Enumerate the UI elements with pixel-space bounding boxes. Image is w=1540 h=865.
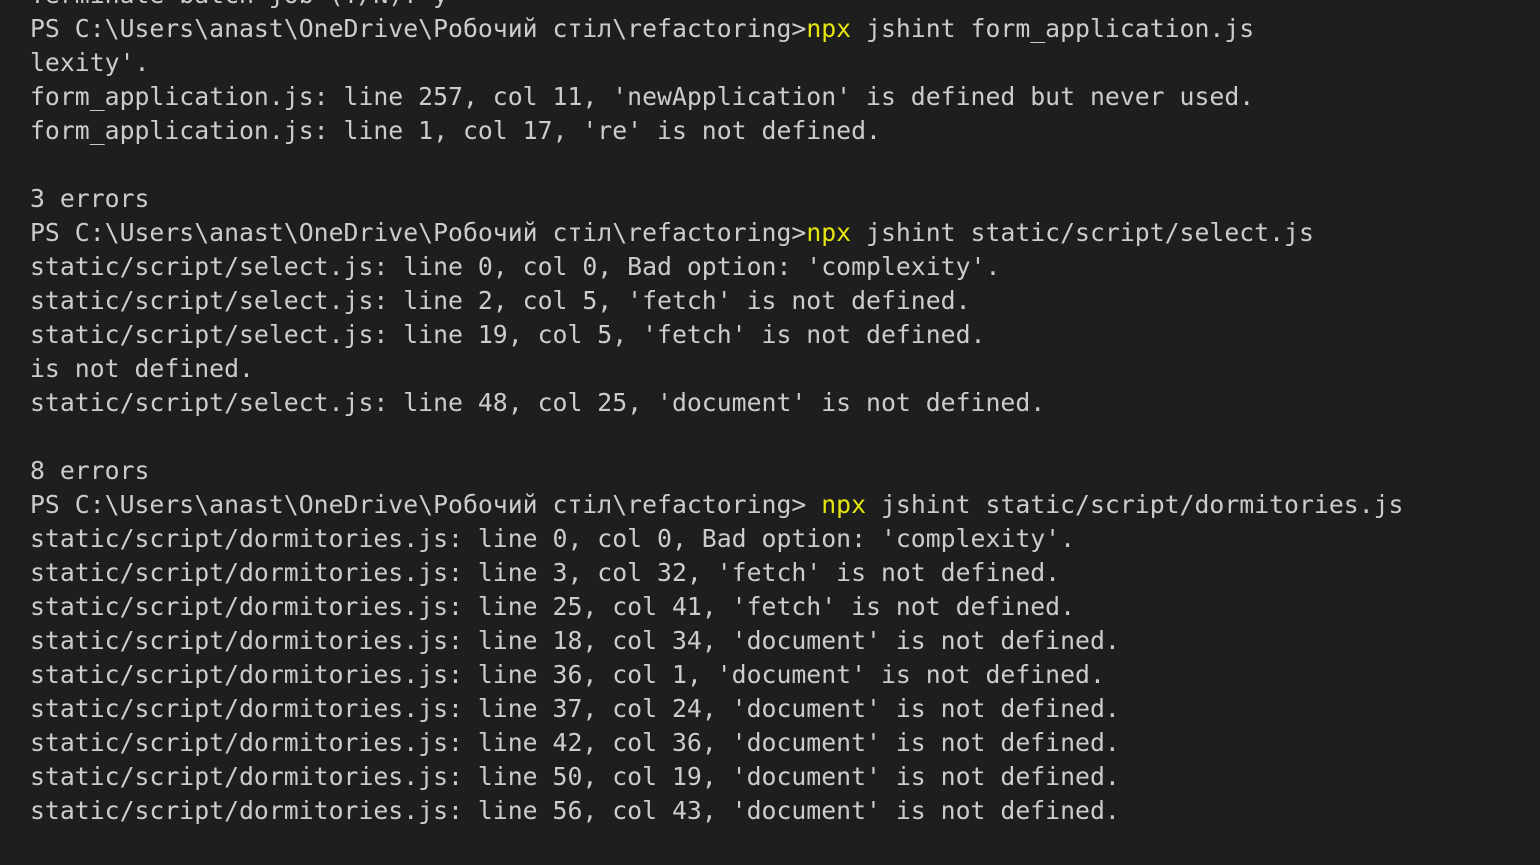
output-line: lexity'. — [30, 48, 150, 77]
command: npx — [806, 14, 852, 43]
output-line: static/script/select.js: line 48, col 25… — [30, 388, 1046, 417]
output-line: Terminate batch job (Y/N)? y — [30, 0, 1540, 12]
command: npx — [806, 218, 852, 247]
output-line: static/script/dormitories.js: line 42, c… — [30, 728, 1120, 757]
output-line: static/script/dormitories.js: line 50, c… — [30, 762, 1120, 791]
prompt: PS C:\Users\anast\OneDrive\Робочий стіл\… — [30, 218, 807, 247]
terminal-output[interactable]: Terminate batch job (Y/N)? y PS C:\Users\… — [30, 0, 1540, 828]
output-line: is not defined. — [30, 354, 254, 383]
output-line: static/script/dormitories.js: line 3, co… — [30, 558, 1061, 587]
output-line: static/script/dormitories.js: line 18, c… — [30, 626, 1120, 655]
output-line: static/script/dormitories.js: line 25, c… — [30, 592, 1076, 621]
command: npx — [821, 490, 867, 519]
output-line: form_application.js: line 257, col 11, '… — [30, 82, 1255, 111]
command-args: jshint form_application.js — [851, 14, 1255, 43]
output-line: static/script/select.js: line 0, col 0, … — [30, 252, 1001, 281]
output-line: 8 errors — [30, 456, 150, 485]
prompt-line: PS C:\Users\anast\OneDrive\Робочий стіл\… — [30, 12, 1540, 46]
prompt: PS C:\Users\anast\OneDrive\Робочий стіл\… — [30, 490, 822, 519]
output-line: static/script/dormitories.js: line 0, co… — [30, 524, 1076, 553]
output-line: static/script/dormitories.js: line 37, c… — [30, 694, 1120, 723]
prompt: PS C:\Users\anast\OneDrive\Робочий стіл\… — [30, 14, 807, 43]
output-line: form_application.js: line 1, col 17, 're… — [30, 116, 881, 145]
output-line: static/script/select.js: line 19, col 5,… — [30, 320, 986, 349]
output-line: static/script/select.js: line 2, col 5, … — [30, 286, 971, 315]
output-line: static/script/dormitories.js: line 56, c… — [30, 796, 1120, 825]
command-args: jshint static/script/dormitories.js — [866, 490, 1404, 519]
prompt-line: PS C:\Users\anast\OneDrive\Робочий стіл\… — [30, 216, 1540, 250]
output-line: 3 errors — [30, 184, 150, 213]
output-line: static/script/dormitories.js: line 36, c… — [30, 660, 1105, 689]
command-args: jshint static/script/select.js — [851, 218, 1314, 247]
prompt-line: PS C:\Users\anast\OneDrive\Робочий стіл\… — [30, 488, 1540, 522]
